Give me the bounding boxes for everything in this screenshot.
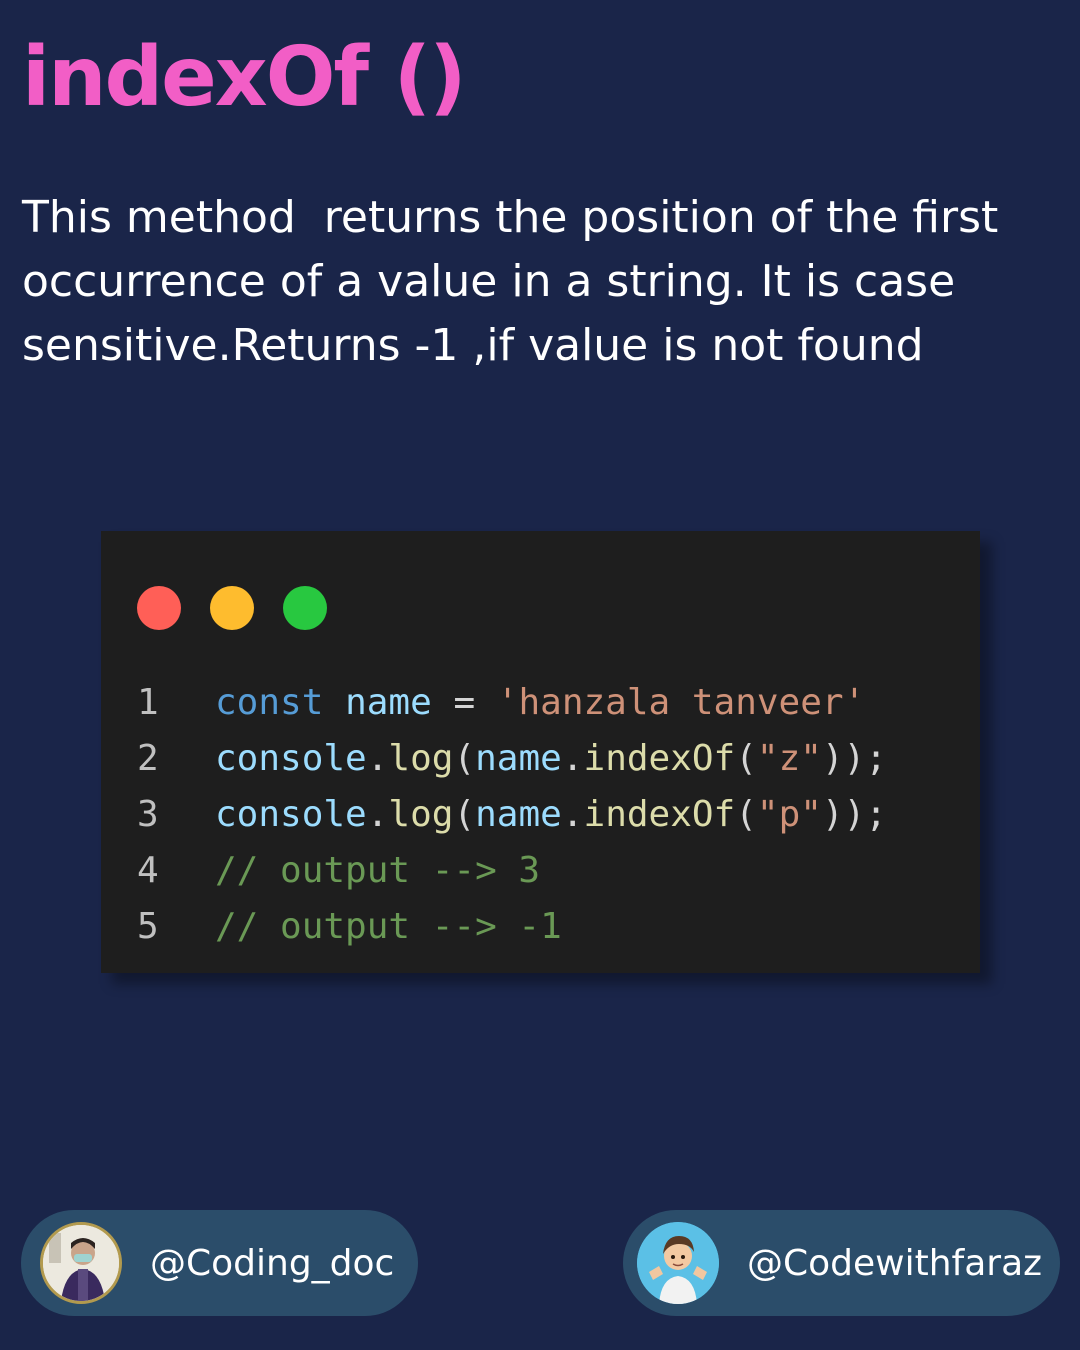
line-number: 4 (137, 850, 159, 891)
close-dot-icon (137, 586, 181, 630)
line-number: 1 (137, 682, 159, 723)
code-line: 5 // output --> -1 (137, 899, 887, 955)
code-content: console.log(name.indexOf("p")); (215, 787, 887, 843)
minimize-dot-icon (210, 586, 254, 630)
code-line: 4 // output --> 3 (137, 843, 887, 899)
description-text: This method returns the position of the … (22, 192, 1013, 371)
code-token: . (366, 794, 389, 835)
window-controls (137, 586, 327, 630)
code-content: console.log(name.indexOf("z")); (215, 731, 887, 787)
line-number: 3 (137, 794, 159, 835)
code-token: = (431, 682, 497, 723)
code-token: // output --> 3 (215, 850, 541, 891)
code-token: "z" (756, 738, 822, 779)
code-token: indexOf (583, 738, 736, 779)
code-token: name (475, 794, 562, 835)
code-line: 3 console.log(name.indexOf("p")); (137, 787, 887, 843)
code-content: // output --> -1 (215, 899, 562, 955)
code-content: const name = 'hanzala tanveer' (215, 675, 865, 731)
line-number: 2 (137, 738, 159, 779)
maximize-dot-icon (283, 586, 327, 630)
code-token: console (215, 794, 367, 835)
code-line: 2 console.log(name.indexOf("z")); (137, 731, 887, 787)
code-token: log (388, 794, 454, 835)
line-number: 5 (137, 906, 159, 947)
shrug-avatar-icon (637, 1222, 719, 1304)
code-window: 1 const name = 'hanzala tanveer' 2 console.… (101, 531, 980, 973)
code-token: . (561, 794, 584, 835)
page-title: indexOf () (22, 30, 467, 125)
code-token: name (345, 682, 432, 723)
code-token: 'hanzala tanveer' (496, 682, 866, 723)
code-token: log (388, 738, 454, 779)
code-token: ( (453, 738, 476, 779)
profile-avatar (40, 1222, 122, 1304)
profile-avatar (637, 1222, 719, 1304)
code-token: ( (453, 794, 476, 835)
code-block: 1 const name = 'hanzala tanveer' 2 console.… (137, 675, 887, 955)
coding-doc-handle: @Coding_doc (150, 1242, 395, 1284)
coding-doc-badge[interactable]: @Coding_doc (21, 1210, 418, 1316)
code-token: indexOf (583, 794, 736, 835)
code-token: )); (821, 794, 887, 835)
code-token: ( (735, 794, 757, 835)
code-token: . (366, 738, 389, 779)
code-token: ( (735, 738, 757, 779)
codewithfaraz-handle: @Codewithfaraz (747, 1242, 1043, 1284)
codewithfaraz-badge[interactable]: @Codewithfaraz (623, 1210, 1060, 1316)
code-token: // output --> -1 (215, 906, 562, 947)
code-line: 1 const name = 'hanzala tanveer' (137, 675, 887, 731)
code-token: console (215, 738, 367, 779)
person-photo-icon (43, 1225, 119, 1301)
code-token: const (215, 682, 324, 723)
code-token: name (475, 738, 562, 779)
code-token: . (561, 738, 584, 779)
code-token: )); (821, 738, 887, 779)
code-token: "p" (756, 794, 822, 835)
code-content: // output --> 3 (215, 843, 540, 899)
